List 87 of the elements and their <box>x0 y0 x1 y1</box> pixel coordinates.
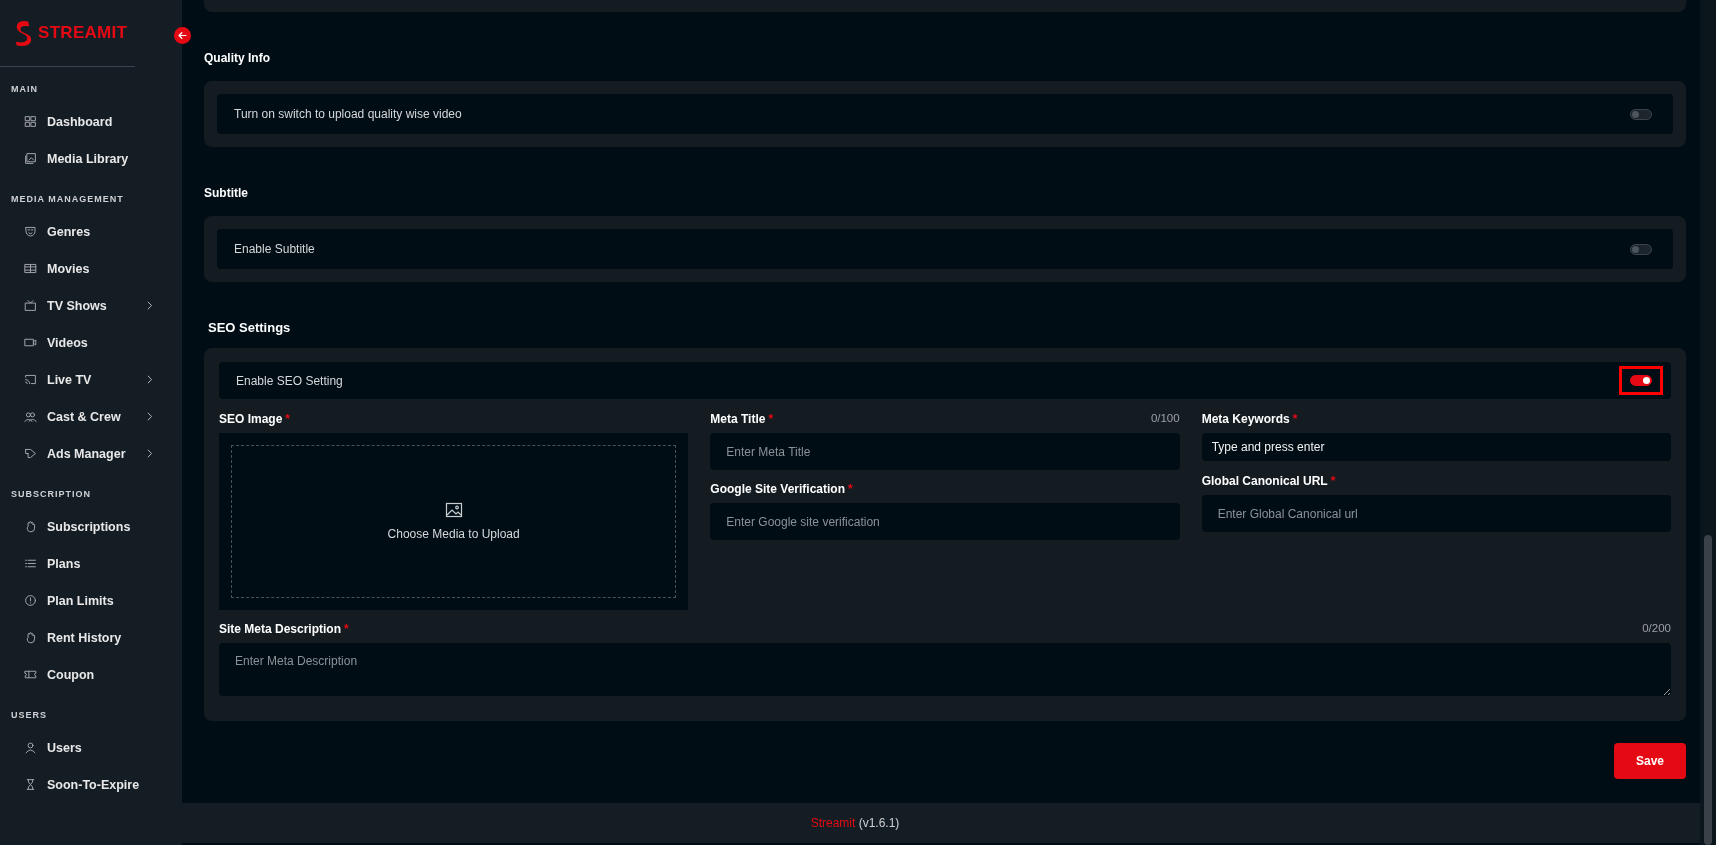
toggle-label: Enable Subtitle <box>234 242 316 256</box>
nav-item[interactable]: Subscriptions <box>0 508 182 545</box>
nav-item[interactable]: Media Library <box>0 140 182 177</box>
nav-item[interactable]: Rent History <box>0 619 182 656</box>
nav-label: Rent History <box>47 630 122 645</box>
list-icon <box>24 557 37 570</box>
nav-item[interactable]: Coupon <box>0 656 182 693</box>
text-field[interactable]: Enter Global Canonical url <box>1201 495 1671 532</box>
nav-item[interactable]: Ads Manager <box>0 435 182 472</box>
nav-label: Cast & Crew <box>47 409 121 424</box>
upload-area[interactable]: Choose Media to Upload <box>219 433 689 610</box>
image-icon <box>444 502 463 518</box>
tags-field[interactable]: Type and press enter <box>1201 433 1671 461</box>
toggle-switch[interactable] <box>1630 375 1652 386</box>
save-button[interactable]: Save <box>1614 743 1686 779</box>
brand-link[interactable]: Streamit <box>810 816 856 830</box>
nav-label: Coupon <box>47 667 95 682</box>
toggle-label: Turn on switch to upload quality wise video <box>234 107 463 121</box>
people-icon <box>24 410 37 423</box>
required-mark: * <box>1292 412 1298 426</box>
image-icon <box>24 152 37 165</box>
nav-item[interactable]: TV Shows <box>0 287 182 324</box>
collapse-button[interactable] <box>174 27 191 44</box>
nav-item[interactable]: Users <box>0 729 182 766</box>
nav-label: Videos <box>47 335 88 350</box>
section-heading: USERS <box>11 709 47 721</box>
nav-item[interactable]: Cast & Crew <box>0 398 182 435</box>
footer-text: Streamit (v1.6.1) <box>810 816 900 830</box>
nav-label: Plans <box>47 556 81 571</box>
nav-label: Users <box>47 740 82 755</box>
field-label: Meta Keywords <box>1201 412 1290 426</box>
field-label: SEO Image <box>219 412 283 426</box>
brand-name: STREAMIT <box>38 23 128 43</box>
character-counter: 0/100 <box>1150 412 1180 424</box>
required-mark: * <box>344 622 349 636</box>
section-heading: SUBSCRIPTION <box>11 488 91 500</box>
alert-circle-icon <box>24 594 37 607</box>
cast-icon <box>24 373 37 386</box>
hourglass-icon <box>24 778 37 791</box>
grid-icon <box>24 115 37 128</box>
field-label: Global Canonical URL <box>1201 474 1328 488</box>
nav-label: Genres <box>47 224 91 239</box>
film-icon <box>24 262 37 275</box>
upload-prompt: Choose Media to Upload <box>387 527 520 541</box>
toggle-switch[interactable] <box>1630 108 1652 120</box>
nav-item[interactable]: Plan Limits <box>0 582 182 619</box>
scrollbar-thumb[interactable] <box>1704 535 1712 845</box>
nav-item[interactable]: Live TV <box>0 361 182 398</box>
required-mark: * <box>768 412 774 426</box>
nav-label: Dashboard <box>47 114 113 129</box>
section-heading: MAIN <box>11 83 38 95</box>
tv-icon <box>24 299 37 312</box>
arrow-left-icon <box>177 30 188 41</box>
nav-item[interactable]: Soon-To-Expire <box>0 766 182 803</box>
field-label: Site Meta Description <box>219 622 342 636</box>
required-mark: * <box>1330 474 1336 488</box>
nav-item[interactable]: Dashboard <box>0 103 182 140</box>
nav-item[interactable]: Genres <box>0 213 182 250</box>
nav-item[interactable]: Videos <box>0 324 182 361</box>
nav-label: TV Shows <box>47 298 107 313</box>
text-field[interactable]: Enter Meta Title <box>710 433 1180 470</box>
nav-label: Media Library <box>47 151 129 166</box>
mask-icon <box>24 225 37 238</box>
field-label: Meta Title <box>710 412 766 426</box>
nav-label: Soon-To-Expire <box>47 777 140 792</box>
user-icon <box>24 741 37 754</box>
nav-item[interactable]: Movies <box>0 250 182 287</box>
toggle-switch[interactable] <box>1630 243 1652 255</box>
ticket-icon <box>24 668 37 681</box>
nav-label: Ads Manager <box>47 446 126 461</box>
video-camera-icon <box>24 336 37 349</box>
description-field[interactable]: Enter Meta Description <box>219 643 1671 696</box>
nav-label: Plan Limits <box>47 593 114 608</box>
character-counter: 0/200 <box>1642 622 1671 634</box>
section-title: Subtitle <box>204 185 248 201</box>
toggle-label: Enable SEO Setting <box>236 373 344 388</box>
nav-label: Subscriptions <box>47 519 131 534</box>
section-title: Quality Info <box>204 50 270 66</box>
required-mark: * <box>848 482 853 496</box>
field-label: Google Site Verification <box>710 482 846 496</box>
nav-label: Live TV <box>47 372 92 387</box>
section-title: SEO Settings <box>208 320 291 336</box>
section-heading: MEDIA MANAGEMENT <box>11 193 124 205</box>
nav-label: Movies <box>47 261 90 276</box>
required-mark: * <box>285 412 291 426</box>
nav-item[interactable]: Plans <box>0 545 182 582</box>
text-field[interactable]: Enter Google site verification <box>710 503 1180 540</box>
